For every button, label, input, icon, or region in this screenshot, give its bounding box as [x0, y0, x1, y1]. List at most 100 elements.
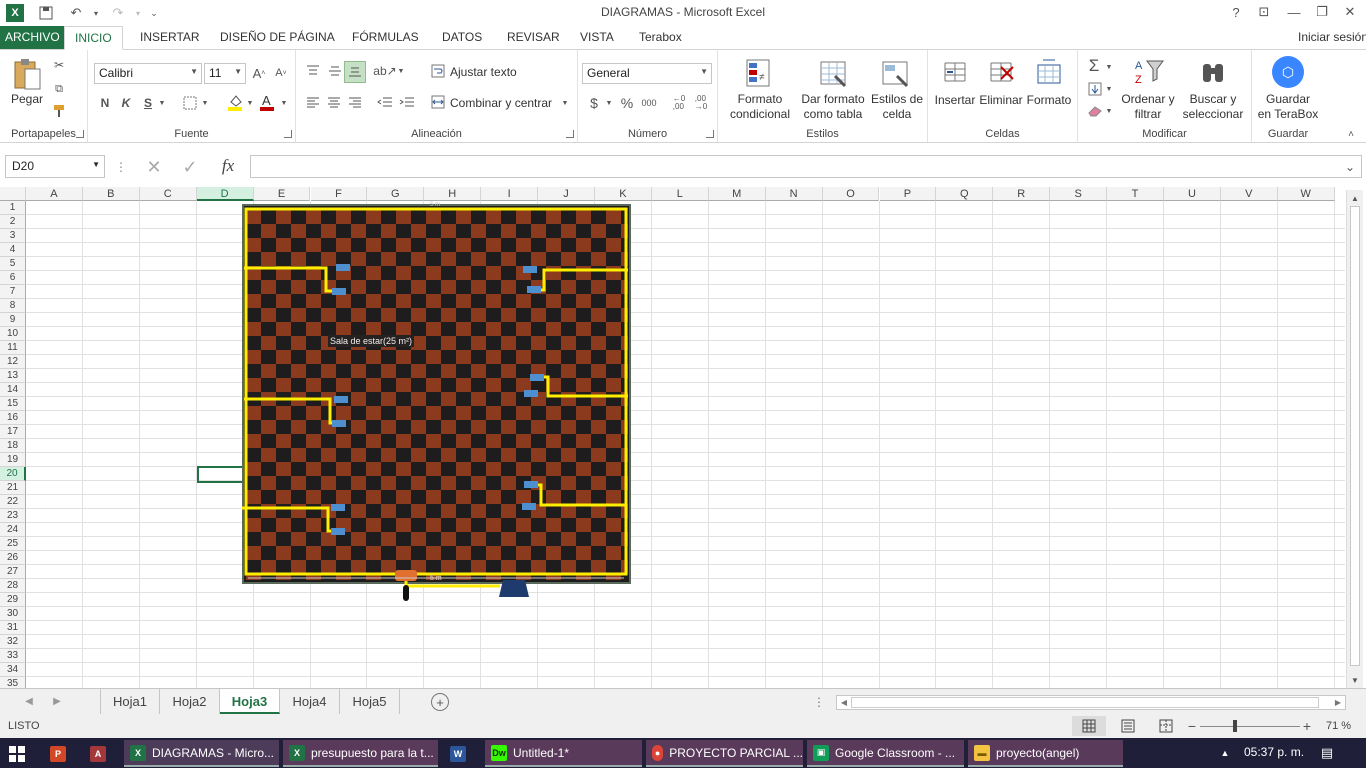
taskbar-item-presupuesto[interactable]: Xpresupuesto para la t...	[283, 740, 438, 767]
number-launcher-icon[interactable]	[706, 130, 714, 138]
row-header-8[interactable]: 8	[0, 299, 26, 313]
scroll-left-icon[interactable]: ◀	[839, 697, 849, 708]
paste-icon[interactable]	[10, 56, 44, 92]
orientation-icon[interactable]: ab↗	[373, 62, 396, 80]
row-header-30[interactable]: 30	[0, 607, 26, 621]
format-as-table-icon[interactable]	[818, 56, 848, 90]
column-header-u[interactable]: U	[1164, 187, 1221, 201]
taskbar-item-chrome-proyecto[interactable]: ● PROYECTO PARCIAL ...	[646, 740, 803, 767]
row-header-20[interactable]: 20	[0, 467, 26, 481]
row-header-21[interactable]: 21	[0, 481, 26, 495]
row-header-13[interactable]: 13	[0, 369, 26, 383]
zoom-out-icon[interactable]: −	[1186, 718, 1198, 734]
clipboard-launcher-icon[interactable]	[76, 130, 84, 138]
scroll-up-icon[interactable]: ▲	[1349, 192, 1361, 204]
row-header-17[interactable]: 17	[0, 425, 26, 439]
sort-filter-button[interactable]: Ordenar y filtrar	[1118, 92, 1178, 122]
fill-color-icon[interactable]	[226, 92, 244, 112]
bold-button[interactable]: N	[96, 94, 114, 112]
number-format-select[interactable]: General ▼	[582, 63, 712, 84]
zoom-level[interactable]: 71 %	[1326, 720, 1351, 732]
font-size-select[interactable]: 11 ▼	[204, 63, 246, 84]
row-header-9[interactable]: 9	[0, 313, 26, 327]
copy-icon[interactable]: ⧉	[50, 80, 68, 98]
format-cells-button[interactable]: Formato	[1026, 93, 1072, 108]
merge-dropdown-icon[interactable]: ▼	[560, 94, 570, 112]
increase-indent-icon[interactable]	[398, 94, 416, 112]
row-header-7[interactable]: 7	[0, 285, 26, 299]
horizontal-scroll-thumb[interactable]	[851, 697, 1319, 708]
column-header-w[interactable]: W	[1277, 187, 1335, 201]
row-header-6[interactable]: 6	[0, 271, 26, 285]
close-button[interactable]: ✕	[1336, 2, 1364, 22]
column-header-b[interactable]: B	[82, 187, 140, 201]
thousands-button[interactable]: 000	[638, 94, 660, 112]
sheet-tab-hoja1[interactable]: Hoja1	[100, 689, 160, 714]
taskbar-item-diagramas[interactable]: X DIAGRAMAS - Micro...	[124, 740, 279, 767]
collapse-ribbon-icon[interactable]: ˄	[1344, 128, 1358, 140]
row-header-25[interactable]: 25	[0, 537, 26, 551]
column-header-v[interactable]: V	[1220, 187, 1278, 201]
column-header-j[interactable]: J	[538, 187, 595, 201]
taskbar-word[interactable]: W	[444, 740, 479, 767]
find-select-icon[interactable]	[1196, 56, 1230, 90]
underline-button[interactable]: S	[139, 94, 157, 112]
cancel-icon[interactable]: ✕	[144, 157, 164, 177]
row-header-3[interactable]: 3	[0, 229, 26, 243]
page-break-view-icon[interactable]	[1156, 716, 1176, 736]
column-header-f[interactable]: F	[310, 187, 368, 201]
increase-decimal-icon[interactable]: ←0,00	[670, 94, 688, 112]
borders-dropdown-icon[interactable]: ▼	[200, 94, 210, 112]
prev-sheet-icon[interactable]: ◀	[22, 693, 36, 709]
row-header-5[interactable]: 5	[0, 257, 26, 271]
save-terabox-button[interactable]: Guardar en TeraBox	[1254, 92, 1322, 122]
floor-plan-diagram[interactable]	[238, 202, 638, 614]
paste-button[interactable]: Pegar	[8, 92, 46, 107]
tab-insertar[interactable]: INSERTAR	[132, 26, 208, 50]
format-cells-icon[interactable]	[1034, 56, 1064, 90]
underline-dropdown-icon[interactable]: ▼	[157, 94, 167, 112]
minimize-button[interactable]: —	[1280, 2, 1308, 22]
column-header-d[interactable]: D	[196, 187, 254, 201]
currency-dropdown-icon[interactable]: ▼	[604, 94, 614, 112]
increase-font-icon[interactable]: A ˄	[250, 64, 268, 82]
alignment-launcher-icon[interactable]	[566, 130, 574, 138]
select-all-corner[interactable]	[0, 187, 26, 201]
conditional-format-button[interactable]: Formato condicional	[722, 92, 798, 122]
scroll-right-icon[interactable]: ▶	[1333, 697, 1343, 708]
taskbar-access[interactable]: A	[84, 740, 116, 767]
fill-dropdown-icon[interactable]: ▼	[1104, 80, 1114, 98]
column-header-s[interactable]: S	[1050, 187, 1108, 201]
row-header-2[interactable]: 2	[0, 215, 26, 229]
autosum-icon[interactable]: Σ	[1084, 56, 1104, 76]
column-header-r[interactable]: R	[993, 187, 1051, 201]
fill-color-dropdown-icon[interactable]: ▼	[245, 94, 255, 112]
sheet-tab-hoja5[interactable]: Hoja5	[340, 689, 400, 714]
column-header-n[interactable]: N	[765, 187, 823, 201]
help-icon[interactable]: ?	[1222, 2, 1250, 22]
font-color-dropdown-icon[interactable]: ▼	[279, 94, 289, 112]
wrap-text-icon[interactable]	[430, 63, 446, 79]
row-header-31[interactable]: 31	[0, 621, 26, 635]
percent-button[interactable]: %	[618, 94, 636, 112]
row-header-27[interactable]: 27	[0, 565, 26, 579]
enter-icon[interactable]: ✓	[180, 157, 200, 177]
column-header-o[interactable]: O	[822, 187, 880, 201]
sheet-tab-hoja2[interactable]: Hoja2	[160, 689, 220, 714]
column-header-h[interactable]: H	[424, 187, 482, 201]
row-header-32[interactable]: 32	[0, 635, 26, 649]
row-header-18[interactable]: 18	[0, 439, 26, 453]
column-header-p[interactable]: P	[879, 187, 937, 201]
insert-cells-button[interactable]: Insertar	[932, 93, 978, 108]
align-top-icon[interactable]	[304, 62, 322, 80]
tab-terabox[interactable]: Terabox	[631, 26, 690, 50]
clear-icon[interactable]	[1086, 102, 1104, 120]
align-center-icon[interactable]	[325, 94, 343, 112]
row-header-14[interactable]: 14	[0, 383, 26, 397]
zoom-slider[interactable]	[1200, 726, 1300, 727]
row-header-12[interactable]: 12	[0, 355, 26, 369]
normal-view-icon[interactable]	[1072, 716, 1106, 736]
decrease-indent-icon[interactable]	[376, 94, 394, 112]
taskbar-item-folder[interactable]: ▬ proyecto(angel)	[968, 740, 1123, 767]
signin-link[interactable]: Iniciar sesión	[1290, 26, 1366, 50]
